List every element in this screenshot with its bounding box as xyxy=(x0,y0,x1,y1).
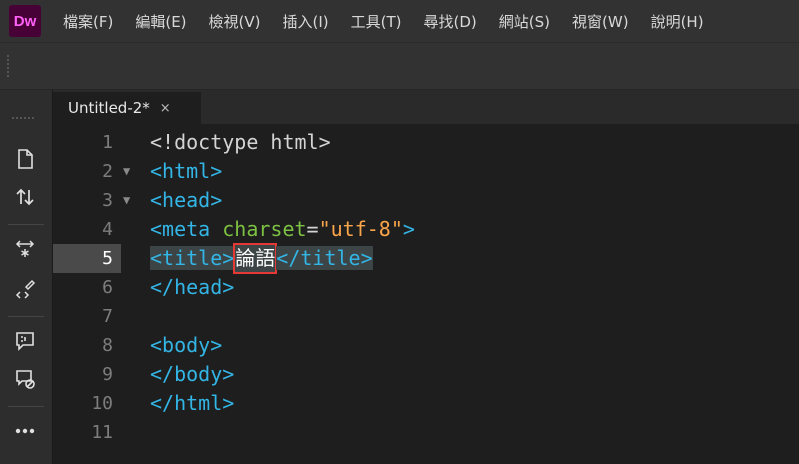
code-line[interactable]: 2 ▼ <html> xyxy=(53,157,799,186)
code-text: <!doctype html> xyxy=(150,130,331,154)
menu-site[interactable]: 網站(S) xyxy=(499,11,550,32)
document-tab-bar: Untitled-2* × xyxy=(53,90,799,125)
remove-comment-icon[interactable] xyxy=(12,368,38,392)
code-line[interactable]: 6 </head> xyxy=(53,273,799,302)
line-number: 9 xyxy=(102,364,113,385)
menu-tools[interactable]: 工具(T) xyxy=(351,11,402,32)
fold-arrow-icon[interactable]: ▼ xyxy=(123,186,130,215)
expand-collapse-icon[interactable] xyxy=(12,238,38,262)
code-text: </head> xyxy=(150,275,235,299)
line-number: 8 xyxy=(102,335,113,356)
menu-edit[interactable]: 編輯(E) xyxy=(135,11,186,32)
line-number: 6 xyxy=(102,277,113,298)
menu-window[interactable]: 視窗(W) xyxy=(572,11,629,32)
menu-bar: Dw 檔案(F) 編輯(E) 檢視(V) 插入(I) 工具(T) 尋找(D) 網… xyxy=(0,0,799,43)
code-text: </body> xyxy=(150,362,235,386)
more-icon[interactable] xyxy=(12,420,38,444)
fold-arrow-icon[interactable]: ▼ xyxy=(123,157,130,186)
code-line-active[interactable]: 5 <title>論語</title> xyxy=(53,243,799,274)
charset-attribute: charset xyxy=(222,217,307,241)
title-tag-open: <title> xyxy=(150,246,235,270)
code-line[interactable]: 8 <body> xyxy=(53,331,799,360)
line-number: 5 xyxy=(102,248,113,269)
highlighted-title-text[interactable]: 論語 xyxy=(233,243,278,274)
toolbar-divider xyxy=(8,316,44,317)
menu-help[interactable]: 說明(H) xyxy=(651,11,704,32)
code-line[interactable]: 3 ▼ <head> xyxy=(53,186,799,215)
code-text: <html> xyxy=(150,159,223,183)
file-icon[interactable] xyxy=(12,148,38,172)
toolbar-divider xyxy=(8,224,44,225)
code-line[interactable]: 1 <!doctype html> xyxy=(53,128,799,157)
code-line[interactable]: 11 xyxy=(53,418,799,447)
close-icon[interactable]: × xyxy=(160,101,171,116)
line-number: 4 xyxy=(102,219,113,240)
line-number: 1 xyxy=(102,132,113,153)
format-source-icon[interactable] xyxy=(12,278,38,302)
tab-title: Untitled-2* xyxy=(68,99,150,117)
code-text: <head> xyxy=(150,188,223,212)
charset-value: "utf-8" xyxy=(318,217,403,241)
code-text: <body> xyxy=(150,333,223,357)
equals-sign: = xyxy=(306,217,319,241)
line-number: 11 xyxy=(91,422,113,443)
document-tab[interactable]: Untitled-2* × xyxy=(53,92,201,124)
line-number: 10 xyxy=(91,393,113,414)
code-text: </html> xyxy=(150,391,235,415)
line-number: 2 xyxy=(102,161,113,182)
meta-tag-open: <meta xyxy=(150,217,223,241)
line-number: 3 xyxy=(102,190,113,211)
menu-view[interactable]: 檢視(V) xyxy=(209,11,261,32)
menu-find[interactable]: 尋找(D) xyxy=(424,11,477,32)
common-toolbar xyxy=(0,90,53,464)
toolbar-divider xyxy=(8,406,44,407)
code-line[interactable]: 7 xyxy=(53,302,799,331)
code-editor[interactable]: 1 <!doctype html> 2 ▼ <html> 3 ▼ <head> … xyxy=(53,125,799,464)
code-text: <title>論語</title> xyxy=(150,243,373,274)
dreamweaver-logo-icon: Dw xyxy=(9,5,41,37)
code-line[interactable]: 9 </body> xyxy=(53,360,799,389)
menu-file[interactable]: 檔案(F) xyxy=(63,11,113,32)
toolbar-grip[interactable] xyxy=(7,55,11,77)
line-number: 7 xyxy=(102,306,113,327)
comment-icon[interactable] xyxy=(12,330,38,354)
document-toolbar xyxy=(0,43,799,90)
meta-tag-close: > xyxy=(402,217,415,241)
menu-insert[interactable]: 插入(I) xyxy=(283,11,329,32)
code-text: <meta charset="utf-8"> xyxy=(150,215,415,244)
code-line[interactable]: 10 </html> xyxy=(53,389,799,418)
code-line[interactable]: 4 <meta charset="utf-8"> xyxy=(53,215,799,244)
sort-arrows-icon[interactable] xyxy=(12,186,38,210)
title-tag-close: </title> xyxy=(276,246,373,270)
left-toolbar-grip[interactable] xyxy=(12,117,34,121)
